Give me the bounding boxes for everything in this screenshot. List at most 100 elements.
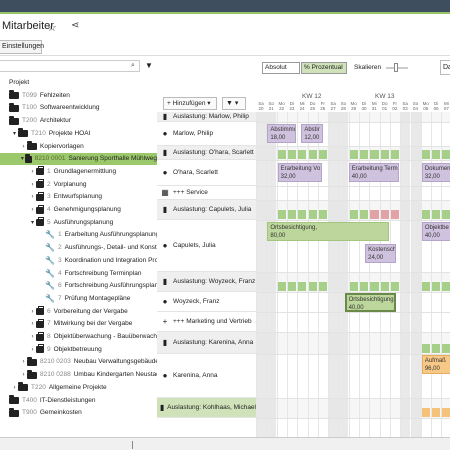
absolute-toggle[interactable]: Absolut — [262, 62, 300, 74]
tree-item[interactable]: › 8 Objektüberwachung - Bauüberwachung — [29, 331, 157, 343]
task-block[interactable]: Erarbeitung Vo 32,00 — [277, 163, 322, 182]
resource-label: Auslastung: Kohlhaas, Michael — [167, 404, 256, 411]
tree-item[interactable]: › 6 Vorbereitung der Vergabe — [29, 306, 128, 318]
utilization-row[interactable]: ▮ Auslastung: Kohlhaas, Michael — [157, 398, 256, 418]
utilization-bar — [432, 210, 441, 219]
utilization-row[interactable]: ▮ Auslastung: Marlow, Philip — [157, 112, 256, 122]
resource-label: Capulets, Julia — [173, 242, 216, 249]
expand-icon[interactable]: › — [20, 141, 27, 153]
folder-icon — [9, 407, 19, 417]
scroll-thumb[interactable] — [132, 441, 136, 449]
briefcase-icon — [36, 306, 44, 316]
tree-item[interactable]: › 9 Objektbetreuung — [29, 344, 102, 356]
task-hours: 40,00 — [424, 233, 440, 239]
tree-item[interactable]: 🔧 6 Fortschreibung Ausführungsplanun — [38, 280, 157, 292]
search-icon[interactable]: ⌕ — [131, 62, 135, 70]
tree-item[interactable]: T200 Architektur — [2, 115, 71, 127]
utilization-row[interactable]: ▮ Auslastung: Woyzeck, Franz — [157, 272, 256, 292]
expand-icon[interactable]: › — [29, 331, 36, 343]
settings-button[interactable]: Einstellungen — [0, 40, 44, 54]
tree-item[interactable]: › 1 Grundlagenermittlung — [29, 166, 116, 178]
utilization-bar — [298, 210, 307, 219]
utilization-bar — [360, 210, 369, 219]
task-block[interactable]: Kostensch 24,00 — [365, 244, 397, 263]
horizontal-scrollbar[interactable] — [0, 437, 450, 450]
expand-icon[interactable]: › — [29, 191, 36, 203]
tree-item[interactable]: ▾ T210 Projekte HOAI — [11, 128, 90, 140]
expand-icon[interactable]: › — [11, 382, 18, 394]
tree-item[interactable]: › 3 Entwurfsplanung — [29, 191, 102, 203]
tree-item-code: 5 — [47, 218, 51, 226]
tree-item-label: Projekt — [9, 79, 30, 86]
tree-item[interactable]: ▾ 5 Ausführungsplanung — [29, 217, 113, 229]
task-block[interactable]: Abstir 12,00 — [301, 124, 323, 143]
calendar-grid: KW 12 KW 13 Sa 20 So 21 Mo 22 Di 23 Mi 24 Do 25 Fr 26 Sa… — [256, 81, 450, 437]
day-number: 31 — [371, 106, 377, 111]
collapse-icon[interactable]: ▾ — [29, 217, 36, 229]
tree-item[interactable]: 🔧2Ausführungs-, Detail- und Konstrukt — [38, 242, 157, 254]
scale-slider-handle[interactable] — [394, 63, 398, 72]
task-block[interactable]: Ortsbesichtigung, 80,00 — [267, 222, 389, 241]
expand-icon[interactable]: › — [29, 166, 36, 178]
bar-chart-icon: ▮ — [162, 148, 168, 157]
utilization-bar — [287, 150, 297, 159]
employee-row[interactable]: ● Karenina, Anna — [157, 354, 256, 398]
share-icon[interactable]: ⋖ — [71, 20, 79, 31]
tree-item[interactable]: › 2 Vorplanung — [29, 179, 87, 191]
tree-item-label: Objektbetreuung — [53, 345, 102, 353]
folder-icon — [18, 128, 28, 138]
task-hours: 80,00 — [270, 233, 286, 239]
tree-item[interactable]: 🔧 7 Prüfung Montagepläne — [38, 293, 130, 305]
task-block[interactable]: Ortsbesichtigung, 40,00 — [344, 293, 397, 312]
expand-icon[interactable]: › — [29, 306, 36, 318]
collapse-icon[interactable]: ▾ — [11, 128, 18, 140]
tree-item[interactable]: › Kopiervorlagen — [20, 141, 84, 153]
tree-item[interactable]: › 7 Mitwirkung bei der Vergabe — [29, 318, 132, 330]
search-input[interactable] — [0, 60, 140, 72]
utilization-row[interactable]: ▮ Auslastung: Capulets, Julia — [157, 200, 256, 220]
task-block[interactable]: Objektbe 40,00 — [421, 222, 450, 241]
tree-item[interactable]: › 8210 0203Neubau Verwaltungsgebäude Stei… — [20, 356, 157, 368]
tree-item[interactable]: 🔧 1 Erarbeitung Ausführungsplanung — [38, 229, 157, 241]
folder-icon — [27, 356, 37, 366]
utilization-bar — [380, 210, 389, 219]
expand-icon[interactable]: › — [20, 369, 27, 381]
expand-icon[interactable]: › — [29, 179, 36, 191]
tree-item[interactable]: Projekt — [2, 77, 29, 89]
expand-icon[interactable]: › — [29, 204, 36, 216]
tree-item[interactable]: › 8210 0288 Umbau Kindergarten Neustadt — [20, 369, 157, 381]
task-hours: 40,00 — [348, 305, 364, 311]
utilization-row[interactable]: ▮ Auslastung: Karenina, Anna — [157, 332, 256, 354]
tree-item[interactable]: 🔧3Koordination und Integration Projekt — [38, 255, 157, 267]
tree-item[interactable]: T400 IT-Dienstleistungen — [2, 395, 95, 407]
employee-row[interactable]: ● O'hara, Scarlett — [157, 160, 256, 186]
group-row[interactable]: + +++ Marketing und Vertrieb — [157, 312, 256, 332]
task-block[interactable]: Abstimmu 18,00 — [267, 124, 297, 143]
filter-icon[interactable]: ▼ — [145, 61, 153, 70]
star-icon[interactable]: ☆ — [47, 21, 57, 34]
utilization-row[interactable]: ▮ Auslastung: O'hara, Scarlett — [157, 146, 256, 160]
day-number: 04 — [412, 106, 418, 111]
add-button[interactable]: + Hinzufügen ▾ — [163, 97, 217, 110]
tree-item[interactable]: T100 Softwareentwicklung — [2, 102, 99, 114]
tree-item[interactable]: ▾ 8210 0001 Sanierung Sporthalle Mühlweg — [0, 153, 157, 166]
tree-item[interactable]: › T220 Allgemeine Projekte — [11, 382, 107, 394]
employee-row[interactable]: ● Marlow, Philip — [157, 122, 256, 146]
percent-toggle[interactable]: % Prozentual — [301, 62, 347, 74]
task-block[interactable]: Aufmaß 96,00 — [421, 355, 450, 374]
task-block[interactable]: Dokumen 32,00 — [421, 163, 450, 182]
date-field[interactable]: Da — [440, 60, 450, 75]
tree-item[interactable]: 🔧 4 Fortschreibung Terminplan — [38, 268, 141, 280]
tree-item[interactable]: T099 Fehlzeiten — [2, 90, 70, 102]
expand-icon[interactable]: › — [29, 318, 36, 330]
employee-row[interactable]: ● Woyzeck, Franz — [157, 292, 256, 312]
expand-icon[interactable]: › — [20, 356, 27, 368]
filter-button[interactable]: ▼ ▾ — [222, 97, 246, 110]
task-block[interactable]: Erarbeitung Terminp 40,00 — [348, 163, 400, 182]
employee-row[interactable]: ● Capulets, Julia — [157, 220, 256, 272]
project-tree: ⌕ ▼ Projekt T099 Fehlzeiten T100 Softwareent… — [0, 57, 157, 437]
group-row[interactable]: ▦ +++ Service — [157, 186, 256, 200]
tree-item[interactable]: › 4 Genehmigungsplanung — [29, 204, 121, 216]
tree-item[interactable]: T900 Gemeinkosten — [2, 407, 82, 419]
expand-icon[interactable]: › — [29, 344, 36, 356]
